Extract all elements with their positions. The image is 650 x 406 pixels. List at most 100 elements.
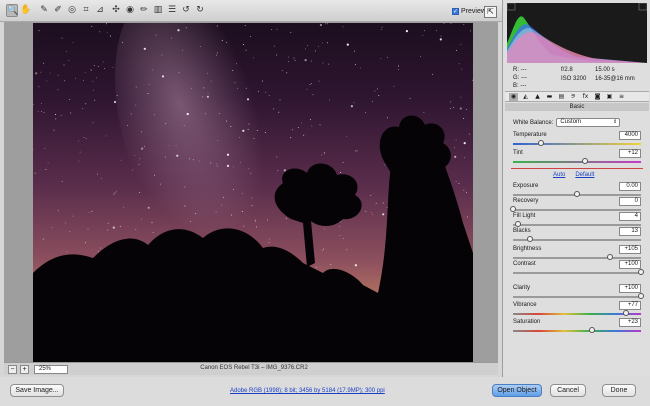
status-bar: − + 25% Canon EOS Rebel T3i – IMG_9376.C… — [4, 362, 498, 375]
blacks-label: Blacks — [513, 228, 531, 234]
preview-toggle[interactable]: ✓ Preview — [452, 8, 486, 15]
workflow-options-link[interactable]: Adobe RGB (1998); 8 bit; 3456 by 5184 (1… — [230, 388, 385, 394]
contrast-value-input[interactable]: +100 — [619, 260, 641, 269]
zoom-out-button[interactable]: − — [8, 365, 17, 374]
zoom-tool-icon[interactable]: 🔍 — [6, 4, 18, 17]
exposure-metadata: f/2.8 15.00 s ISO 3200 16-35@16 mm — [561, 66, 645, 84]
panel-tab-5-icon[interactable]: ▤ — [557, 93, 566, 101]
photo-preview[interactable] — [33, 23, 473, 362]
contrast-track[interactable] — [513, 272, 641, 274]
open-object-button[interactable]: Open Object — [492, 384, 542, 397]
fill-light-label: Fill Light — [513, 213, 536, 219]
color-sampler-tool-icon[interactable]: ✐ — [52, 4, 64, 17]
preview-checkbox[interactable]: ✓ — [452, 8, 459, 15]
white-balance-value: Custom — [560, 119, 582, 125]
panel-tab-1-icon[interactable]: ◉ — [509, 93, 518, 101]
vibrance-label: Vibrance — [513, 302, 537, 308]
brightness-label: Brightness — [513, 246, 542, 252]
rotate-left-icon[interactable]: ↺ — [180, 4, 192, 17]
preview-label: Preview — [461, 8, 486, 15]
vibrance-handle[interactable] — [622, 310, 629, 316]
aperture: f/2.8 — [561, 67, 573, 73]
exposure-handle[interactable] — [574, 191, 580, 197]
tint-slider[interactable]: Tint +12 — [513, 149, 641, 170]
temperature-handle[interactable] — [538, 140, 545, 146]
tint-value-input[interactable]: +12 — [619, 149, 641, 158]
brightness-value-input[interactable]: +105 — [619, 245, 641, 254]
hand-tool-icon[interactable]: ✋ — [20, 4, 32, 17]
panel-tabs: ◉ ◭ ▲ ▬ ▤ ⚞ fx ◙ ▣ ≡ — [505, 91, 649, 102]
temperature-label: Temperature — [513, 132, 547, 138]
exposure-value-input[interactable]: 0.00 — [619, 182, 641, 191]
vibrance-value-input[interactable]: +77 — [619, 301, 641, 310]
histogram-graph — [507, 3, 647, 63]
cancel-button[interactable]: Cancel — [550, 384, 586, 397]
tint-track[interactable] — [513, 161, 641, 163]
saturation-value-input[interactable]: +23 — [619, 318, 641, 327]
auto-link[interactable]: Auto — [553, 172, 565, 178]
clarity-track[interactable] — [513, 296, 641, 298]
fullscreen-icon[interactable]: ⇱ — [484, 6, 497, 18]
temperature-track[interactable] — [513, 143, 641, 145]
g-label: G: — [513, 75, 520, 81]
recovery-track[interactable] — [513, 209, 641, 211]
white-balance-tool-icon[interactable]: ✎ — [38, 4, 50, 17]
recovery-handle[interactable] — [510, 206, 516, 212]
zoom-level-select[interactable]: 25% — [34, 365, 68, 374]
blacks-value-input[interactable]: 13 — [619, 227, 641, 236]
tint-label: Tint — [513, 150, 523, 156]
white-balance-row: White Balance: Custom ⇕ — [513, 118, 621, 127]
fill-light-value-input[interactable]: 4 — [619, 212, 641, 221]
panel-tab-2-icon[interactable]: ◭ — [521, 93, 530, 101]
tint-handle[interactable] — [581, 158, 588, 164]
contrast-handle[interactable] — [638, 269, 644, 275]
panel-tab-4-icon[interactable]: ▬ — [545, 93, 554, 101]
panel-tab-6-icon[interactable]: ⚞ — [569, 93, 578, 101]
panel-tab-7-icon[interactable]: fx — [581, 93, 590, 101]
straighten-tool-icon[interactable]: ⊿ — [94, 4, 106, 17]
panel-title: Basic — [505, 103, 649, 111]
saturation-handle[interactable] — [589, 327, 596, 333]
blacks-handle[interactable] — [526, 236, 533, 242]
targeted-adjustment-tool-icon[interactable]: ◎ — [66, 4, 78, 17]
image-canvas[interactable] — [4, 22, 498, 362]
shutter-speed: 15.00 s — [595, 67, 615, 73]
focal-length: 16-35@16 mm — [595, 76, 635, 82]
panel-tab-10-icon[interactable]: ≡ — [617, 93, 626, 101]
b-label: B: — [513, 83, 519, 89]
fill-light-handle[interactable] — [515, 221, 522, 227]
default-link[interactable]: Default — [575, 172, 594, 178]
panel-tab-9-icon[interactable]: ▣ — [605, 93, 614, 101]
adjustment-brush-icon[interactable]: ✏ — [138, 4, 150, 17]
brightness-track[interactable] — [513, 257, 641, 259]
white-balance-label: White Balance: — [513, 119, 554, 126]
contrast-slider[interactable]: Contrast +100 — [513, 260, 644, 281]
graduated-filter-icon[interactable]: ▥ — [152, 4, 164, 17]
rotate-right-icon[interactable]: ↻ — [194, 4, 206, 17]
save-image-button[interactable]: Save Image... — [10, 384, 64, 397]
temperature-value-input[interactable]: 4000 — [619, 131, 641, 140]
crop-tool-icon[interactable]: ⌗ — [80, 4, 92, 17]
contrast-label: Contrast — [513, 261, 536, 267]
clarity-label: Clarity — [513, 285, 531, 291]
saturation-track[interactable] — [513, 330, 641, 332]
g-value: --- — [521, 75, 528, 81]
brightness-handle[interactable] — [607, 254, 614, 260]
r-value: --- — [520, 67, 527, 73]
clarity-handle[interactable] — [638, 293, 644, 299]
night-sky-image — [33, 23, 473, 362]
clarity-value-input[interactable]: +100 — [619, 284, 641, 293]
fill-light-track[interactable] — [513, 224, 641, 226]
done-button[interactable]: Done — [602, 384, 636, 397]
spot-removal-tool-icon[interactable]: ✣ — [110, 4, 122, 17]
vibrance-track[interactable] — [513, 313, 641, 315]
zoom-in-button[interactable]: + — [20, 365, 29, 374]
preferences-icon[interactable]: ☰ — [166, 4, 178, 17]
panel-tab-3-icon[interactable]: ▲ — [533, 93, 542, 101]
recovery-value-input[interactable]: 0 — [619, 197, 641, 206]
white-balance-select[interactable]: Custom ⇕ — [556, 118, 621, 127]
red-eye-tool-icon[interactable]: ◉ — [124, 4, 136, 17]
panel-tab-8-icon[interactable]: ◙ — [593, 93, 602, 101]
iso: ISO 3200 — [561, 76, 587, 82]
saturation-slider[interactable]: Saturation +23 — [513, 318, 641, 339]
